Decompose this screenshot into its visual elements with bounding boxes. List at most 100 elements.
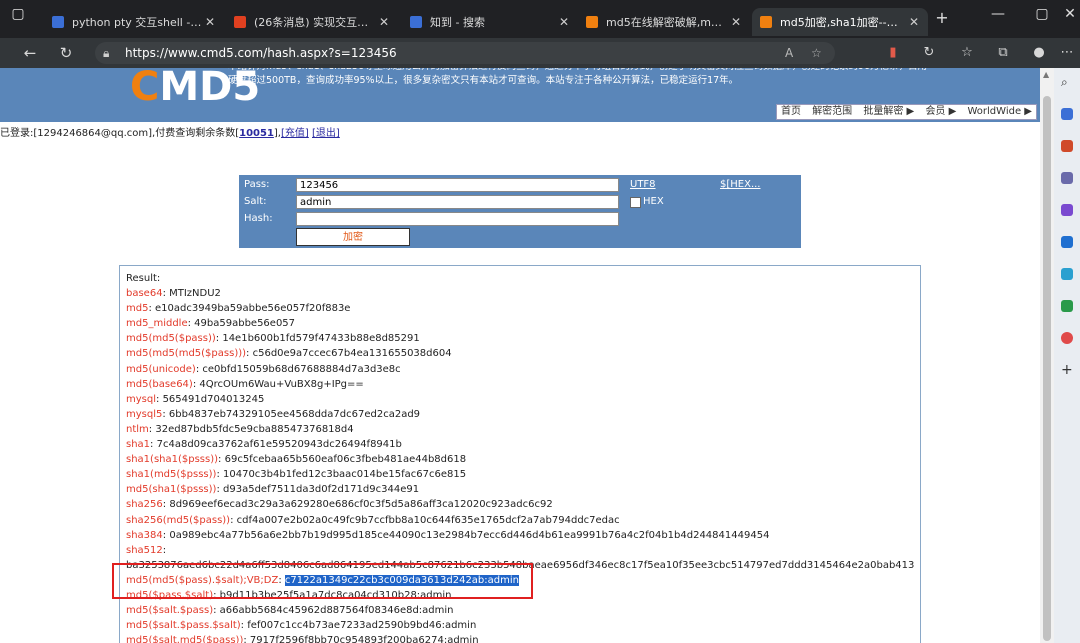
page-content: CMD5 本站针对md5、sha1、sha256等全球通用公开的加密算法进行反向… — [0, 68, 1040, 643]
result-value[interactable]: 0a989ebc4a77b56a6e2bb7b19d995d185ce44090… — [169, 530, 769, 541]
send-icon[interactable] — [1061, 268, 1073, 280]
outlook-icon[interactable] — [1061, 236, 1073, 248]
tab-md5-encrypt[interactable]: md5加密,sha1加密--md5在线 ✕ — [752, 8, 928, 36]
toolbox-icon[interactable] — [1061, 140, 1073, 152]
login-status: 已登录:[1294246864@qq.com],付费查询剩余条数[10051],… — [0, 128, 340, 139]
result-key: md5(sha1($psss)) — [126, 484, 217, 496]
result-key: sha1 — [126, 439, 151, 451]
encrypt-form: Pass: 123456 Salt: admin Hash: UTF8 $[HE… — [239, 175, 801, 248]
result-value[interactable]: 10470c3b4b1fed12c3baac014be15fac67c6e815 — [223, 469, 466, 480]
result-value[interactable]: 4QrcOUm6Wau+VuBX8g+IPg== — [199, 379, 363, 390]
close-icon[interactable]: ✕ — [728, 15, 744, 29]
tree-icon[interactable] — [1061, 300, 1073, 312]
result-value[interactable]: a66abb5684c45962d887564f08346e8d:admin — [220, 605, 454, 616]
result-value[interactable]: 32ed87bdb5fdc5e9cba88547376818d4 — [155, 424, 353, 435]
result-value[interactable]: 7c4a8d09ca3762af61e59520943dc26494f8941b — [157, 439, 402, 450]
scroll-thumb[interactable] — [1043, 96, 1051, 641]
nav-range[interactable]: 解密范围 — [812, 106, 852, 117]
result-value[interactable]: 6bb4837eb74329105ee4568dda7dc67ed2ca2ad9 — [169, 409, 420, 420]
nav-batch[interactable]: 批量解密 ▶ — [863, 106, 914, 117]
tab-title: (26条消息) 实现交互式shell的 — [254, 16, 376, 29]
result-line: sha1(md5($psss)): 10470c3b4b1fed12c3baac… — [126, 467, 914, 482]
result-line: md5($salt.$pass): a66abb5684c45962d88756… — [126, 603, 914, 618]
result-value[interactable]: cdf4a007e2b02a0c49fc9b7ccfbb8a10c644f635… — [237, 515, 620, 526]
pass-input[interactable]: 123456 — [296, 178, 619, 192]
search-icon[interactable]: ⌕ — [1061, 76, 1073, 88]
result-value[interactable]: fef007c1cc4b73ae7233ad2590b9bd46:admin — [247, 620, 476, 631]
collections-icon[interactable]: ⧉ — [994, 45, 1012, 60]
apps-icon[interactable] — [1061, 332, 1073, 344]
result-key: md5_middle — [126, 318, 188, 330]
result-value[interactable]: 49ba59abbe56e057 — [194, 318, 295, 329]
title-bar: ▢ python pty 交互shell - 搜索 ✕ (26条消息) 实现交互… — [0, 0, 1080, 38]
result-value[interactable]: d93a5def7511da3d0f2d171d9c344e91 — [223, 484, 419, 495]
utf8-link[interactable]: UTF8 — [630, 179, 656, 190]
games-icon[interactable] — [1061, 204, 1073, 216]
nav-home[interactable]: 首页 — [781, 106, 801, 117]
result-line: sha1(sha1($psss)): 69c5fcebaa65b560eaf06… — [126, 452, 914, 467]
extension-icon[interactable]: ▮ — [884, 45, 902, 60]
close-icon[interactable]: ✕ — [202, 15, 218, 29]
result-key: ntlm — [126, 423, 149, 435]
scroll-up-icon[interactable]: ▲ — [1043, 70, 1049, 79]
result-value[interactable]: 8d969eef6ecad3c29a3a629280e686cf0c3f5d5a… — [169, 499, 552, 510]
salt-input[interactable]: admin — [296, 195, 619, 209]
tab-csdn[interactable]: (26条消息) 实现交互式shell的 ✕ — [226, 8, 398, 36]
new-tab-icon[interactable]: + — [930, 8, 954, 27]
tab-actions-icon[interactable]: ▢ — [6, 6, 30, 22]
tab-title: md5加密,sha1加密--md5在线 — [780, 16, 906, 29]
result-line: sha256: 8d969eef6ecad3c29a3a629280e686cf… — [126, 497, 914, 512]
close-icon[interactable]: ✕ — [906, 15, 922, 29]
result-key: sha384 — [126, 529, 163, 541]
lock-icon: 🔒︎ — [103, 46, 110, 60]
people-icon[interactable] — [1061, 172, 1073, 184]
cmd5-favicon-icon — [760, 16, 772, 28]
logout-link[interactable]: [退出] — [312, 128, 340, 139]
favorite-icon[interactable]: ☆ — [811, 42, 822, 64]
page-scrollbar[interactable]: ▲ — [1040, 68, 1054, 643]
close-icon[interactable]: ✕ — [376, 15, 392, 29]
result-value[interactable]: c56d0e9a7ccec67b4ea131655038d604 — [253, 348, 452, 359]
tab-zhidao[interactable]: 知到 - 搜索 ✕ — [402, 8, 578, 36]
tab-md5-decrypt[interactable]: md5在线解密破解,md5解密加 ✕ — [578, 8, 750, 36]
minimize-icon[interactable]: — — [986, 6, 1010, 22]
remaining-count[interactable]: 10051 — [239, 128, 274, 139]
address-toolbar: ← ↻ 🔒︎ https://www.cmd5.com/hash.aspx?s=… — [0, 38, 1080, 68]
result-value[interactable]: 14e1b600b1fd579f47433b88e8d85291 — [222, 333, 419, 344]
result-line: md5($salt.md5($pass)): 7917f2596f8bb70c9… — [126, 633, 914, 643]
result-value[interactable]: MTIzNDU2 — [169, 288, 221, 299]
result-key: md5(md5($pass)) — [126, 333, 216, 345]
refresh-icon[interactable]: ↻ — [56, 44, 76, 62]
result-title: Result: — [126, 273, 161, 284]
hex-label: HEX — [643, 196, 664, 207]
hex-checkbox[interactable] — [630, 197, 641, 208]
tab-python-pty[interactable]: python pty 交互shell - 搜索 ✕ — [44, 8, 224, 36]
add-icon[interactable]: + — [1061, 363, 1073, 377]
result-value[interactable]: ce0bfd15059b68d67688884d7a3d3e8c — [202, 364, 400, 375]
result-value[interactable]: 7917f2596f8bb70c954893f200ba6274:admin — [250, 635, 479, 643]
refresh-ext-icon[interactable]: ↻ — [920, 45, 938, 60]
close-window-icon[interactable]: ✕ — [1060, 6, 1080, 22]
profile-avatar-icon[interactable]: ● — [1030, 45, 1048, 60]
banner-description: 本站针对md5、sha1、sha256等全球通用公开的加密算法进行反向查询，通过… — [228, 68, 927, 86]
result-value[interactable]: e10adc3949ba59abbe56e057f20f883e — [155, 303, 350, 314]
maximize-icon[interactable]: ▢ — [1030, 6, 1054, 22]
address-bar[interactable]: 🔒︎ https://www.cmd5.com/hash.aspx?s=1234… — [95, 42, 835, 64]
result-key: md5($salt.$pass.$salt) — [126, 620, 241, 632]
recharge-link[interactable]: [充值] — [281, 128, 309, 139]
tag-icon[interactable] — [1061, 108, 1073, 120]
nav-worldwide[interactable]: WorldWide ▶ — [968, 106, 1032, 117]
result-value[interactable]: 565491d704013245 — [163, 394, 265, 405]
result-line: md5(unicode): ce0bfd15059b68d67688884d7a… — [126, 362, 914, 377]
read-aloud-icon[interactable]: A — [785, 42, 793, 64]
nav-member[interactable]: 会员 ▶ — [925, 106, 956, 117]
hash-input[interactable] — [296, 212, 619, 226]
hex-link[interactable]: $[HEX... — [720, 179, 761, 190]
favorites-icon[interactable]: ☆ — [958, 45, 976, 60]
encrypt-button[interactable]: 加密 — [296, 228, 410, 246]
close-icon[interactable]: ✕ — [556, 15, 572, 29]
back-icon[interactable]: ← — [20, 44, 40, 62]
result-line: md5($salt.$pass.$salt): fef007c1cc4b73ae… — [126, 618, 914, 633]
result-value[interactable]: 69c5fcebaa65b560eaf06c3fbeb481ae44b8d618 — [225, 454, 467, 465]
more-icon[interactable]: ⋯ — [1058, 45, 1076, 60]
